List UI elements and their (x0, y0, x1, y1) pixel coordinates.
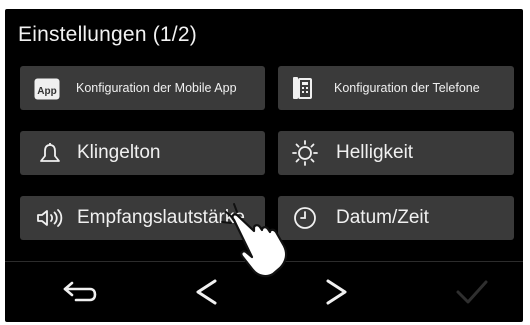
bell-icon (38, 141, 62, 165)
date-time-button[interactable]: Datum/Zeit (278, 196, 514, 240)
telephone-icon (292, 76, 312, 100)
confirm-button[interactable] (442, 272, 502, 316)
telephone-config-button[interactable]: Konfiguration der Telefone (278, 66, 514, 110)
previous-page-button[interactable] (176, 272, 236, 316)
button-label: Konfiguration der Telefone (334, 81, 480, 95)
button-label: Klingelton (77, 142, 161, 163)
button-label: Konfiguration der Mobile App (76, 81, 237, 95)
button-label: Helligkeit (336, 142, 414, 163)
ringtone-button[interactable]: Klingelton (20, 131, 265, 175)
chevron-left-icon (193, 277, 219, 312)
svg-text:App: App (37, 86, 56, 97)
checkmark-icon (455, 279, 489, 310)
next-page-button[interactable] (307, 272, 367, 316)
back-arrow-icon (60, 279, 100, 310)
back-button[interactable] (50, 272, 110, 316)
page-title: Einstellungen (1/2) (18, 23, 197, 46)
chevron-right-icon (324, 277, 350, 312)
tapping-hand-icon (218, 198, 298, 278)
button-label: Datum/Zeit (336, 207, 429, 228)
mobile-app-config-button[interactable]: App Konfiguration der Mobile App (20, 66, 265, 110)
mobile-app-icon: App (34, 78, 60, 100)
brightness-button[interactable]: Helligkeit (278, 131, 514, 175)
sun-icon (292, 140, 318, 166)
speaker-volume-icon (36, 207, 64, 229)
